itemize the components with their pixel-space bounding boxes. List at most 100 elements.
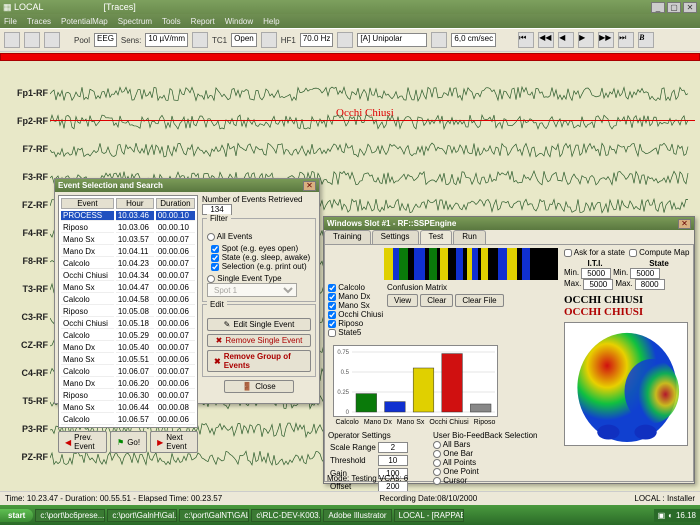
taskbar-task[interactable]: Adobe Illustrator	[323, 509, 391, 522]
allpoints-radio[interactable]	[433, 459, 441, 467]
step-fwd-icon[interactable]: ▶	[578, 32, 594, 48]
table-row[interactable]: Calcolo10.06.0700.00.07	[61, 367, 195, 377]
state-max-input[interactable]	[635, 279, 665, 290]
table-row[interactable]: Riposo10.03.0600.00.10	[61, 223, 195, 233]
clear-file-button[interactable]: Clear File	[455, 294, 503, 307]
tab-settings[interactable]: Settings	[372, 230, 419, 244]
tab-run[interactable]: Run	[453, 230, 486, 244]
event-table[interactable]: EventHourDuration PROCESS10.03.4600.00.1…	[58, 195, 198, 428]
tab-test[interactable]: Test	[420, 230, 453, 244]
class-checkbox[interactable]	[328, 302, 336, 310]
toolbar-btn[interactable]	[4, 32, 20, 48]
cursor-radio[interactable]	[433, 477, 441, 485]
selection-checkbox[interactable]	[211, 263, 219, 271]
hf-select[interactable]: 70.0 Hz	[300, 33, 334, 47]
allbars-radio[interactable]	[433, 441, 441, 449]
view-button[interactable]: View	[387, 294, 418, 307]
event-strip[interactable]	[0, 53, 700, 61]
class-checkbox[interactable]	[328, 284, 336, 292]
table-row[interactable]: Riposo10.05.0800.00.06	[61, 307, 195, 317]
table-row[interactable]: Occhi Chiusi10.05.1800.00.06	[61, 319, 195, 329]
compute-map-checkbox[interactable]	[629, 249, 637, 257]
table-row[interactable]: Riposo10.06.3000.00.07	[61, 391, 195, 401]
go-button[interactable]: ⚑Go!	[110, 431, 147, 453]
single-event-radio[interactable]	[207, 275, 215, 283]
scale-range-input[interactable]	[378, 442, 408, 453]
sens-select[interactable]: 10 µV/mm	[145, 33, 188, 47]
menu-spectrum[interactable]: Spectrum	[118, 17, 152, 26]
view-select[interactable]: [A] Unipolar	[357, 33, 427, 47]
table-row[interactable]: Mano Sx10.03.5700.00.07	[61, 235, 195, 245]
all-events-radio[interactable]	[207, 233, 215, 241]
table-row[interactable]: Calcolo10.04.5800.00.06	[61, 295, 195, 305]
forward-icon[interactable]: ▶▶	[598, 32, 614, 48]
edit-single-button[interactable]: ✎ Edit Single Event	[207, 318, 311, 331]
col-hour[interactable]: Hour	[116, 198, 154, 209]
menu-tools[interactable]: Tools	[162, 17, 181, 26]
class-checkbox[interactable]	[328, 329, 336, 337]
ask-state-checkbox[interactable]	[564, 249, 572, 257]
toolbar-btn[interactable]	[44, 32, 60, 48]
col-event[interactable]: Event	[61, 198, 114, 209]
close-button[interactable]: ✕	[683, 2, 697, 13]
table-row[interactable]: Mano Sx10.04.4700.00.06	[61, 283, 195, 293]
tray-icon[interactable]: ◐	[668, 511, 673, 520]
sspe-close-icon[interactable]: ✕	[678, 219, 691, 229]
iti-max-input[interactable]	[583, 279, 613, 290]
table-row[interactable]: Mano Dx10.05.4000.00.07	[61, 343, 195, 353]
table-row[interactable]: Mano Dx10.06.2000.00.06	[61, 379, 195, 389]
speed-select[interactable]: 6,0 cm/sec	[451, 33, 496, 47]
menu-potentialmap[interactable]: PotentialMap	[61, 17, 108, 26]
col-duration[interactable]: Duration	[156, 198, 195, 209]
toolbar-btn[interactable]	[261, 32, 277, 48]
class-checkbox[interactable]	[328, 311, 336, 319]
menu-file[interactable]: File	[4, 17, 17, 26]
toolbar-btn[interactable]	[192, 32, 208, 48]
table-row[interactable]: Mano Dx10.04.1100.00.06	[61, 247, 195, 257]
table-row[interactable]: Calcolo10.04.2300.00.07	[61, 259, 195, 269]
taskbar-task[interactable]: c:\port\GalNT\GAL	[179, 509, 249, 522]
tc-select[interactable]: Open	[231, 33, 257, 47]
remove-single-button[interactable]: ✖ Remove Single Event	[207, 334, 311, 347]
table-row[interactable]: Occhi Chiusi10.04.3400.00.07	[61, 271, 195, 281]
prev-event-button[interactable]: ◀Prev. Event	[58, 431, 107, 453]
dialog-close-icon[interactable]: ✕	[303, 181, 316, 191]
bold-icon[interactable]: B	[638, 32, 654, 48]
onepoint-radio[interactable]	[433, 468, 441, 476]
tab-training[interactable]: Training	[324, 230, 371, 244]
menu-traces[interactable]: Traces	[27, 17, 51, 26]
start-button[interactable]: start	[0, 509, 33, 522]
toolbar-btn[interactable]	[337, 32, 353, 48]
clear-button[interactable]: Clear	[420, 294, 453, 307]
minimize-button[interactable]: _	[651, 2, 665, 13]
toolbar-btn[interactable]	[24, 32, 40, 48]
table-row[interactable]: Calcolo10.05.2900.00.07	[61, 331, 195, 341]
toolbar-btn[interactable]	[431, 32, 447, 48]
table-row[interactable]: Mano Sx10.06.4400.00.08	[61, 403, 195, 413]
next-event-button[interactable]: ▶Next Event	[150, 431, 198, 453]
menu-window[interactable]: Window	[225, 17, 253, 26]
iti-min-input[interactable]	[581, 268, 611, 279]
step-back-icon[interactable]: ◀	[558, 32, 574, 48]
menu-help[interactable]: Help	[263, 17, 279, 26]
class-checkbox[interactable]	[328, 320, 336, 328]
state-checkbox[interactable]	[211, 254, 219, 262]
state-min-input[interactable]	[630, 268, 660, 279]
close-dialog-button[interactable]: 🚪 Close	[224, 380, 294, 393]
taskbar-task[interactable]: LOCAL - [RAPPAE...	[394, 509, 464, 522]
menu-report[interactable]: Report	[191, 17, 215, 26]
rewind-full-icon[interactable]: ⏮	[518, 32, 534, 48]
table-row[interactable]: Mano Sx10.05.5100.00.06	[61, 355, 195, 365]
remove-group-button[interactable]: ✖ Remove Group of Events	[207, 350, 311, 372]
onebar-radio[interactable]	[433, 450, 441, 458]
maximize-button[interactable]: ▢	[667, 2, 681, 13]
rewind-icon[interactable]: ◀◀	[538, 32, 554, 48]
class-checkbox[interactable]	[328, 293, 336, 301]
pool-select[interactable]: EEG	[94, 33, 117, 47]
taskbar-task[interactable]: c\RLC-DEV-K003...	[251, 509, 321, 522]
table-row[interactable]: Calcolo10.06.5700.00.06	[61, 415, 195, 425]
table-row[interactable]: PROCESS10.03.4600.00.10	[61, 211, 195, 221]
threshold-input[interactable]	[378, 455, 408, 466]
taskbar-task[interactable]: c:\port\GalnH\Gal...	[107, 509, 177, 522]
taskbar-task[interactable]: c:\port\bc6prese...	[35, 509, 105, 522]
